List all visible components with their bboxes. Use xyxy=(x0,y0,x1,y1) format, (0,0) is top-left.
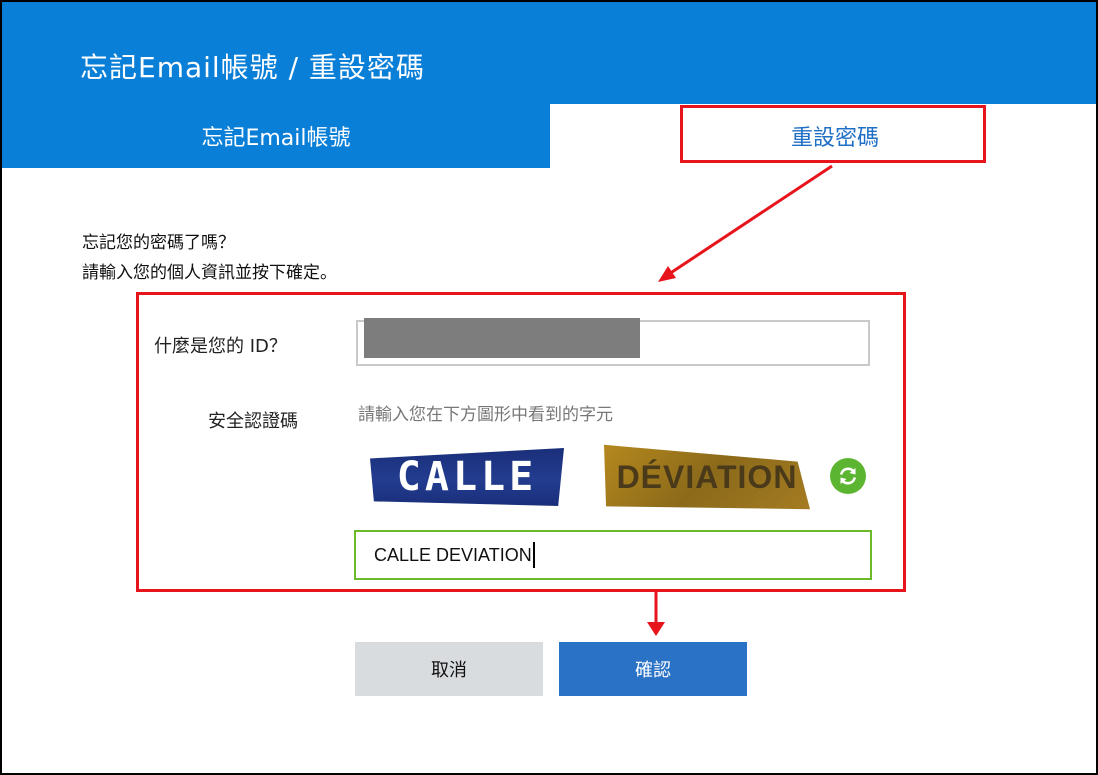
annotation-arrow-1-head xyxy=(658,266,676,282)
annotation-arrows xyxy=(647,164,833,636)
annotation-arrow-1-line xyxy=(665,164,833,278)
annotation-arrow-2-head xyxy=(647,622,665,636)
dialog-frame: 忘記Email帳號 / 重設密碼 忘記Email帳號 重設密碼 忘記您的密碼了嗎… xyxy=(0,0,1098,775)
